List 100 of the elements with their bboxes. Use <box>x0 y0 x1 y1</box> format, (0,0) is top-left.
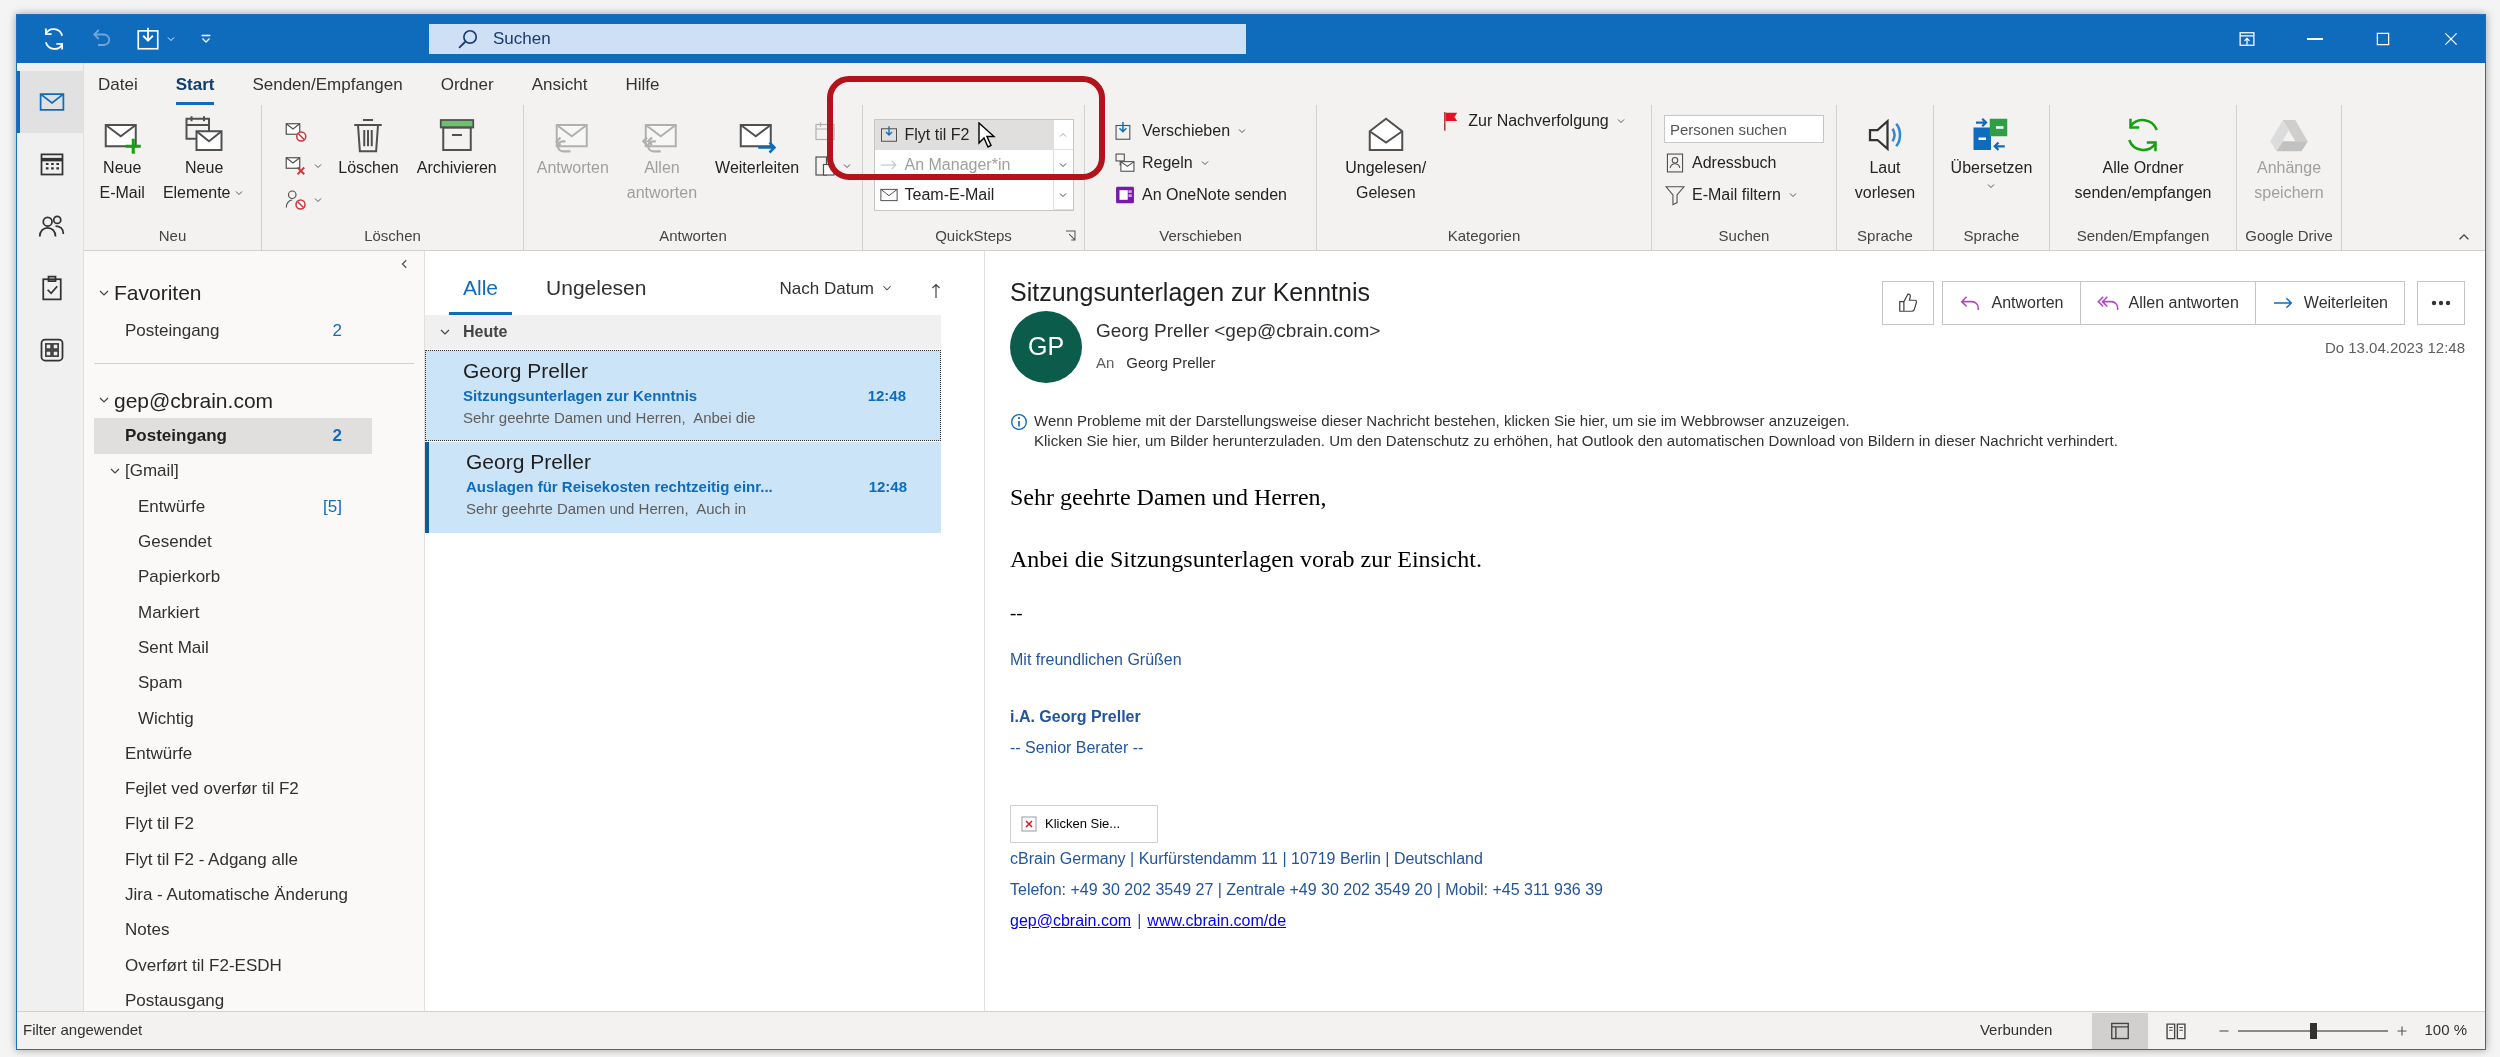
folder-item[interactable]: Postausgang <box>94 983 372 1011</box>
message-time: 12:48 <box>867 386 906 406</box>
link[interactable]: www.cbrain.com/de <box>1147 904 1287 936</box>
folder-item[interactable]: Flyt til F2 <box>94 806 372 842</box>
ribbon-tab[interactable]: Datei <box>98 67 138 105</box>
folder-item[interactable]: Flyt til F2 - Adgang alle <box>94 841 372 878</box>
group-label: Antworten <box>659 225 727 246</box>
slider-thumb[interactable] <box>2310 1022 2318 1039</box>
folder-name: Postausgang <box>125 989 225 1011</box>
ribbon-tab[interactable]: Ordner <box>440 67 494 105</box>
folder-item[interactable]: Entwürfe <box>94 735 372 772</box>
ribbon-button[interactable]: Weiterleiten <box>711 105 804 205</box>
folder-item[interactable]: Posteingang 2 <box>94 313 372 349</box>
message-item[interactable]: Georg Preller Sitzungsunterlagen zur Kenntnis 12:48 Sehr geehrte Damen und Herren, Anbei die <box>425 350 941 441</box>
message-title: Sitzungsunterlagen zur Kenntnis <box>1010 277 1370 307</box>
message-time: 12:48 <box>868 477 907 497</box>
status-text: Filter angewendet <box>23 1020 143 1041</box>
broken-image-icon <box>1021 815 1037 832</box>
section-header[interactable]: Favoriten <box>84 273 202 313</box>
ribbon-button[interactable]: Löschen <box>334 105 403 205</box>
folder-item[interactable]: Posteingang 2 <box>94 418 372 454</box>
group-label: Sprache <box>1963 225 2020 246</box>
sort-button[interactable]: Nach Datum <box>779 275 894 301</box>
filter-icon <box>1664 184 1686 206</box>
like-button[interactable] <box>1882 281 1935 325</box>
link[interactable]: gep@cbrain.com <box>1010 904 1132 936</box>
move-icon <box>878 125 899 145</box>
ribbon-button[interactable]: Regeln <box>1114 147 1211 179</box>
dialog-launcher-button[interactable] <box>1065 230 1076 241</box>
group-label: Google Drive <box>2245 225 2333 246</box>
section-header[interactable]: gep@cbrain.com <box>84 382 274 419</box>
unread-count: [5] <box>323 495 342 518</box>
signature-text: Telefon: +49 30 202 3549 27 | Zentrale +49 30 202 3549 20 | Mobil: +45 311 936 39 <box>1010 879 1603 900</box>
zoom-level: 100 % <box>2424 1020 2467 1041</box>
ribbon-button[interactable]: Adressbuch <box>1664 147 1777 179</box>
rules-icon <box>1114 152 1136 174</box>
ribbon-button[interactable]: Zur Nachverfolgung <box>1440 105 1627 137</box>
more-icon <box>2431 300 2451 306</box>
folder-item[interactable]: Notes <box>94 912 372 948</box>
folder-item[interactable]: Jira - Automatische Änderung <box>94 877 372 913</box>
folder-item[interactable]: Entwürfe [5] <box>94 488 372 525</box>
info-icon <box>1010 413 1028 431</box>
quickstep-item[interactable]: Flyt til F2 <box>874 120 1053 150</box>
group-label: Sprache <box>1857 225 1913 246</box>
message-subject: Sitzungsunterlagen zur Kenntnis <box>463 386 698 406</box>
folder-item[interactable]: Spam <box>94 665 372 701</box>
more-button[interactable] <box>2417 281 2465 325</box>
ribbon-button[interactable]: Archivieren <box>412 105 501 205</box>
ribbon-button[interactable]: Ungelesen/ Gelesen <box>1341 105 1431 205</box>
ribbon-button[interactable]: Verschieben <box>1114 115 1249 147</box>
ribbon-button[interactable]: An OneNote senden <box>1114 179 1287 211</box>
ribbon-tab[interactable]: Hilfe <box>625 67 660 105</box>
message-item[interactable]: Georg Preller Auslagen für Reisekosten rechtzeitig einr... 12:48 Sehr geehrte Damen und Herren, Auch in <box>425 442 941 533</box>
folder-item[interactable]: Markiert <box>94 594 372 631</box>
ribbon-button[interactable]: E-Mail filtern <box>1664 179 1799 211</box>
folder-item[interactable]: Fejlet ved overfør til F2 <box>94 771 372 807</box>
address-book-icon <box>1664 152 1686 174</box>
ribbon-tab[interactable]: Senden/Empfangen <box>252 67 403 105</box>
ribbon-button[interactable]: Übersetzen <box>1946 105 2037 192</box>
action-button[interactable]: Weiterleiten <box>2254 282 2404 324</box>
ribbon-button[interactable]: Laut vorlesen <box>1850 105 1920 205</box>
search-field[interactable]: Suchen <box>429 24 1246 54</box>
ribbon-button[interactable]: Neue Elemente <box>158 105 250 205</box>
zoom-slider[interactable] <box>2238 1020 2389 1041</box>
search-field[interactable]: Personen suchen <box>1664 115 1824 143</box>
send-receive-icon <box>135 26 161 52</box>
thumbs-up-icon <box>1897 292 1920 314</box>
group-label: Senden/Empfangen <box>2076 225 2210 246</box>
pointer-icon <box>978 122 996 148</box>
info-text: Wenn Probleme mit der Darstellungsweise dieser Nachricht bestehen, klicken Sie hier, um sie im Webbrowser anzuzeigen. <box>1034 411 1851 431</box>
zoom-in-button[interactable] <box>2396 1024 2409 1037</box>
ribbon-button[interactable]: Alle Ordner senden/empfangen <box>2070 105 2216 205</box>
folder-name: Spam <box>138 672 183 695</box>
onenote-icon <box>1114 184 1136 206</box>
folder-item[interactable]: Papierkorb <box>94 559 372 595</box>
action-button[interactable]: Allen antworten <box>2079 282 2255 324</box>
minimize-icon <box>2307 38 2323 40</box>
folder-item[interactable]: [Gmail] <box>94 453 372 489</box>
signature-text: -- Senior Berater -- <box>1010 737 1144 758</box>
ribbon-button[interactable]: Neue E-Mail <box>95 105 149 205</box>
view-button[interactable] <box>2092 1012 2149 1049</box>
folder-name: Posteingang <box>125 425 227 448</box>
group-header[interactable]: Heute <box>425 315 941 349</box>
folder-name: Papierkorb <box>138 566 221 589</box>
ribbon-tab[interactable]: Ansicht <box>531 67 588 105</box>
sender-address: Georg Preller <gep@cbrain.com> <box>1096 319 1381 343</box>
image-caption: Klicken Sie... <box>1045 814 1121 833</box>
quickstep-item[interactable]: Team-E-Mail <box>874 180 1053 210</box>
folder-name: Entwürfe <box>138 495 206 518</box>
folder-name: Sent Mail <box>138 636 209 659</box>
filter-tab[interactable]: Ungelesen <box>532 263 661 315</box>
folder-item[interactable]: Sent Mail <box>94 630 372 666</box>
action-button[interactable]: Antworten <box>1943 282 2080 324</box>
folder-item[interactable]: Overført til F2-ESDH <box>94 947 372 984</box>
folder-item[interactable]: Gesendet <box>94 524 372 560</box>
group-label: Verschieben <box>1159 225 1242 246</box>
folder-item[interactable]: Wichtig <box>94 700 372 736</box>
group-label: Neu <box>158 225 187 246</box>
ribbon-display-icon <box>2237 29 2257 49</box>
avatar: GP <box>1010 311 1082 383</box>
